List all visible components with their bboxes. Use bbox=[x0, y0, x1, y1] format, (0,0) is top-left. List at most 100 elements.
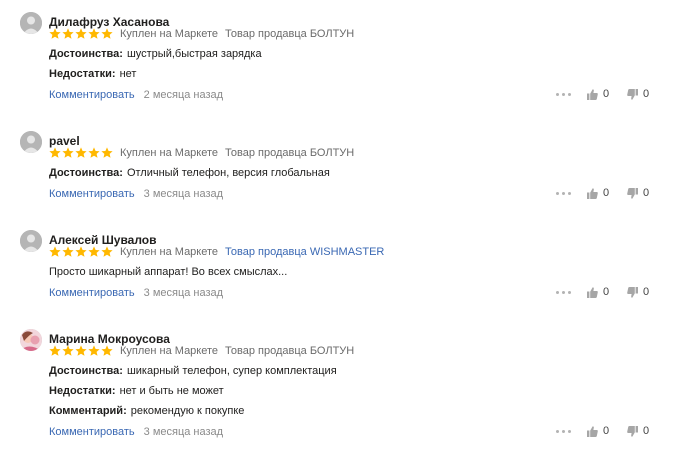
rating-stars bbox=[49, 345, 113, 357]
thumbs-down-icon bbox=[627, 286, 638, 298]
avatar[interactable] bbox=[20, 329, 42, 351]
review-comment: Комментарий: рекомендую к покупке bbox=[49, 405, 244, 417]
like-count: 0 bbox=[603, 187, 610, 199]
rating-stars bbox=[49, 246, 113, 258]
review-date: 3 месяца назад bbox=[143, 426, 224, 438]
star-icon bbox=[101, 345, 113, 356]
comment-label: Комментарий: bbox=[49, 405, 127, 417]
pros-text: шикарный телефон, супер комплектация bbox=[126, 365, 337, 377]
review-meta: Куплен на Маркете Товар продавца БОЛТУН bbox=[49, 27, 354, 41]
thumbs-down-icon bbox=[627, 425, 638, 437]
star-icon bbox=[49, 28, 61, 39]
review-meta: Куплен на Маркете Товар продавца БОЛТУН bbox=[49, 146, 354, 160]
purchase-badge: Куплен на Маркете bbox=[120, 345, 219, 357]
pros-label: Достоинства: bbox=[49, 167, 123, 179]
star-icon bbox=[62, 147, 74, 158]
pros-text: Отличный телефон, версия глобальная bbox=[126, 167, 330, 179]
star-icon bbox=[88, 246, 100, 257]
review-footer: Комментировать 3 месяца назад bbox=[49, 426, 223, 438]
star-icon bbox=[101, 147, 113, 158]
comment-text: рекомендую к покупке bbox=[130, 405, 245, 417]
cons-label: Недостатки: bbox=[49, 68, 116, 80]
more-options-icon[interactable] bbox=[556, 190, 572, 196]
user-silhouette-icon bbox=[20, 230, 42, 252]
review-date: 3 месяца назад bbox=[143, 188, 224, 200]
seller-label: Товар продавца БОЛТУН bbox=[225, 345, 355, 357]
comment-button[interactable]: Комментировать bbox=[49, 287, 135, 299]
star-icon bbox=[49, 246, 61, 257]
cons-label: Недостатки: bbox=[49, 385, 116, 397]
review-body: Просто шикарный аппарат! Во всех смыслах… bbox=[49, 266, 288, 278]
dislike-count: 0 bbox=[643, 187, 650, 199]
like-button[interactable]: 0 bbox=[587, 286, 609, 298]
dislike-count: 0 bbox=[643, 425, 650, 437]
like-button[interactable]: 0 bbox=[587, 187, 609, 199]
cons-text: нет и быть не может bbox=[119, 385, 224, 397]
star-icon bbox=[88, 28, 100, 39]
dislike-button[interactable]: 0 bbox=[627, 88, 649, 100]
dislike-button[interactable]: 0 bbox=[627, 187, 649, 199]
star-icon bbox=[62, 345, 74, 356]
star-icon bbox=[62, 28, 74, 39]
star-icon bbox=[75, 28, 87, 39]
star-icon bbox=[75, 147, 87, 158]
pros-label: Достоинства: bbox=[49, 48, 123, 60]
dislike-button[interactable]: 0 bbox=[627, 425, 649, 437]
more-options-icon[interactable] bbox=[556, 91, 572, 97]
more-options-icon[interactable] bbox=[556, 428, 572, 434]
rating-stars bbox=[49, 28, 113, 40]
review-footer: Комментировать 3 месяца назад bbox=[49, 287, 223, 299]
user-silhouette-icon bbox=[20, 12, 42, 34]
avatar[interactable] bbox=[20, 230, 42, 252]
star-icon bbox=[88, 345, 100, 356]
review-pros: Достоинства: шустрый,быстрая зарядка bbox=[49, 48, 262, 60]
avatar[interactable] bbox=[20, 131, 42, 153]
review-pros: Достоинства: шикарный телефон, супер комп… bbox=[49, 365, 337, 377]
pros-label: Достоинства: bbox=[49, 365, 123, 377]
dislike-count: 0 bbox=[643, 88, 650, 100]
thumbs-down-icon bbox=[627, 187, 638, 199]
more-options-icon[interactable] bbox=[556, 289, 572, 295]
purchase-badge: Куплен на Маркете bbox=[120, 28, 219, 40]
thumbs-up-icon bbox=[587, 88, 598, 100]
star-icon bbox=[62, 246, 74, 257]
review-text: Просто шикарный аппарат! Во всех смыслах… bbox=[49, 266, 287, 278]
like-count: 0 bbox=[603, 88, 610, 100]
like-button[interactable]: 0 bbox=[587, 425, 609, 437]
thumbs-up-icon bbox=[587, 286, 598, 298]
review-footer: Комментировать 3 месяца назад bbox=[49, 188, 223, 200]
purchase-badge: Куплен на Маркете bbox=[120, 246, 219, 258]
review-cons: Недостатки: нет и быть не может bbox=[49, 385, 224, 397]
seller-label: Товар продавца БОЛТУН bbox=[225, 28, 355, 40]
seller-label: Товар продавца БОЛТУН bbox=[225, 147, 355, 159]
comment-button[interactable]: Комментировать bbox=[49, 89, 135, 101]
review-cons: Недостатки: нет bbox=[49, 68, 136, 80]
cons-text: нет bbox=[119, 68, 137, 80]
review-meta: Куплен на Маркете Товар продавца WISHMAS… bbox=[49, 245, 384, 259]
star-icon bbox=[75, 345, 87, 356]
dislike-count: 0 bbox=[643, 286, 650, 298]
star-icon bbox=[49, 345, 61, 356]
like-count: 0 bbox=[603, 286, 610, 298]
review-date: 2 месяца назад bbox=[143, 89, 224, 101]
like-button[interactable]: 0 bbox=[587, 88, 609, 100]
comment-button[interactable]: Комментировать bbox=[49, 426, 135, 438]
star-icon bbox=[101, 28, 113, 39]
user-silhouette-icon bbox=[20, 131, 42, 153]
star-icon bbox=[75, 246, 87, 257]
review-date: 3 месяца назад bbox=[143, 287, 224, 299]
review-pros: Достоинства: Отличный телефон, версия гло… bbox=[49, 167, 330, 179]
comment-button[interactable]: Комментировать bbox=[49, 188, 135, 200]
seller-link[interactable]: Товар продавца WISHMASTER bbox=[225, 246, 384, 258]
star-icon bbox=[88, 147, 100, 158]
review-meta: Куплен на Маркете Товар продавца БОЛТУН bbox=[49, 344, 354, 358]
rating-stars bbox=[49, 147, 113, 159]
thumbs-down-icon bbox=[627, 88, 638, 100]
pros-text: шустрый,быстрая зарядка bbox=[126, 48, 262, 60]
thumbs-up-icon bbox=[587, 425, 598, 437]
purchase-badge: Куплен на Маркете bbox=[120, 147, 219, 159]
avatar[interactable] bbox=[20, 12, 42, 34]
dislike-button[interactable]: 0 bbox=[627, 286, 649, 298]
thumbs-up-icon bbox=[587, 187, 598, 199]
star-icon bbox=[101, 246, 113, 257]
